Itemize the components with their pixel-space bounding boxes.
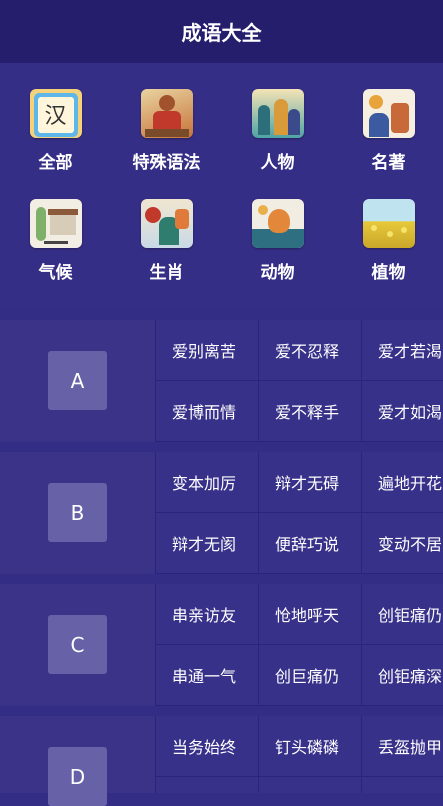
letter-section-b: B 变本加厉 辩才无碍 遍地开花 辩才无阂 便辞巧说 变动不居 bbox=[0, 452, 443, 574]
idiom-item[interactable]: 遍地开花 bbox=[362, 452, 443, 512]
category-label: 名著 bbox=[371, 153, 406, 173]
category-grid: 汉 全部 特殊语法 人物 名著 气候 生肖 动物 植物 bbox=[0, 63, 443, 308]
category-label: 特殊语法 bbox=[132, 153, 201, 173]
idiom-item[interactable]: 串亲访友 bbox=[156, 584, 258, 644]
letter-cell: D bbox=[0, 716, 155, 806]
idiom-item-empty bbox=[362, 777, 443, 793]
letter-index-c[interactable]: C bbox=[48, 615, 107, 674]
letter-cell: C bbox=[0, 584, 155, 706]
idiom-item[interactable]: 爱不释手 bbox=[259, 381, 361, 441]
idiom-item[interactable]: 丢盔抛甲 bbox=[362, 716, 443, 776]
idiom-item[interactable]: 爱才若渴 bbox=[362, 320, 443, 380]
letter-section-a: A 爱别离苦 爱不忍释 爱才若渴 爱博而情 爱不释手 爱才如渴 bbox=[0, 320, 443, 442]
category-zodiac[interactable]: 生肖 bbox=[111, 173, 222, 283]
letter-section-c: C 串亲访友 怆地呼天 创钜痛仍 串通一气 创巨痛仍 创钜痛深 bbox=[0, 584, 443, 706]
category-label: 植物 bbox=[371, 263, 406, 283]
idiom-item[interactable]: 变本加厉 bbox=[156, 452, 258, 512]
weather-icon bbox=[29, 199, 82, 248]
letter-cell: A bbox=[0, 320, 155, 442]
category-label: 全部 bbox=[38, 153, 73, 173]
people-icon bbox=[251, 89, 304, 138]
idiom-item[interactable]: 爱别离苦 bbox=[156, 320, 258, 380]
idiom-item[interactable]: 变动不居 bbox=[362, 513, 443, 573]
category-weather[interactable]: 气候 bbox=[0, 173, 111, 283]
idiom-item-empty bbox=[156, 777, 258, 793]
idiom-item[interactable]: 辩才无碍 bbox=[259, 452, 361, 512]
idiom-item[interactable]: 钉头磷磷 bbox=[259, 716, 361, 776]
idiom-item[interactable]: 创钜痛深 bbox=[362, 645, 443, 705]
idiom-item[interactable]: 爱才如渴 bbox=[362, 381, 443, 441]
idiom-item[interactable]: 辩才无阂 bbox=[156, 513, 258, 573]
idiom-item[interactable]: 串通一气 bbox=[156, 645, 258, 705]
category-special-grammar[interactable]: 特殊语法 bbox=[111, 63, 222, 173]
idiom-item-empty bbox=[259, 777, 361, 793]
category-label: 生肖 bbox=[149, 263, 184, 283]
idiom-item[interactable]: 爱不忍释 bbox=[259, 320, 361, 380]
idiom-item[interactable]: 当务始终 bbox=[156, 716, 258, 776]
category-classics[interactable]: 名著 bbox=[333, 63, 443, 173]
idiom-item[interactable]: 怆地呼天 bbox=[259, 584, 361, 644]
letter-index-a[interactable]: A bbox=[48, 351, 107, 410]
letter-cell: B bbox=[0, 452, 155, 574]
animal-icon bbox=[251, 199, 304, 248]
plant-icon bbox=[362, 199, 415, 248]
idiom-item[interactable]: 便辞巧说 bbox=[259, 513, 361, 573]
idiom-item[interactable]: 创钜痛仍 bbox=[362, 584, 443, 644]
category-animals[interactable]: 动物 bbox=[222, 173, 333, 283]
category-all[interactable]: 汉 全部 bbox=[0, 63, 111, 173]
letter-index-b[interactable]: B bbox=[48, 483, 107, 542]
monkey-king-icon bbox=[140, 89, 193, 138]
letter-section-d: D 当务始终 钉头磷磷 丢盔抛甲 bbox=[0, 716, 443, 806]
category-label: 动物 bbox=[260, 263, 295, 283]
letter-index-d[interactable]: D bbox=[48, 747, 107, 806]
idiom-item[interactable]: 爱博而情 bbox=[156, 381, 258, 441]
zodiac-icon bbox=[140, 199, 193, 248]
idiom-item[interactable]: 创巨痛仍 bbox=[259, 645, 361, 705]
category-people[interactable]: 人物 bbox=[222, 63, 333, 173]
category-label: 人物 bbox=[260, 153, 295, 173]
category-label: 气候 bbox=[38, 263, 73, 283]
han-character-icon: 汉 bbox=[29, 89, 82, 138]
category-plants[interactable]: 植物 bbox=[333, 173, 443, 283]
classics-icon bbox=[362, 89, 415, 138]
app-header: 成语大全 bbox=[0, 0, 443, 63]
page-title: 成语大全 bbox=[181, 21, 262, 45]
